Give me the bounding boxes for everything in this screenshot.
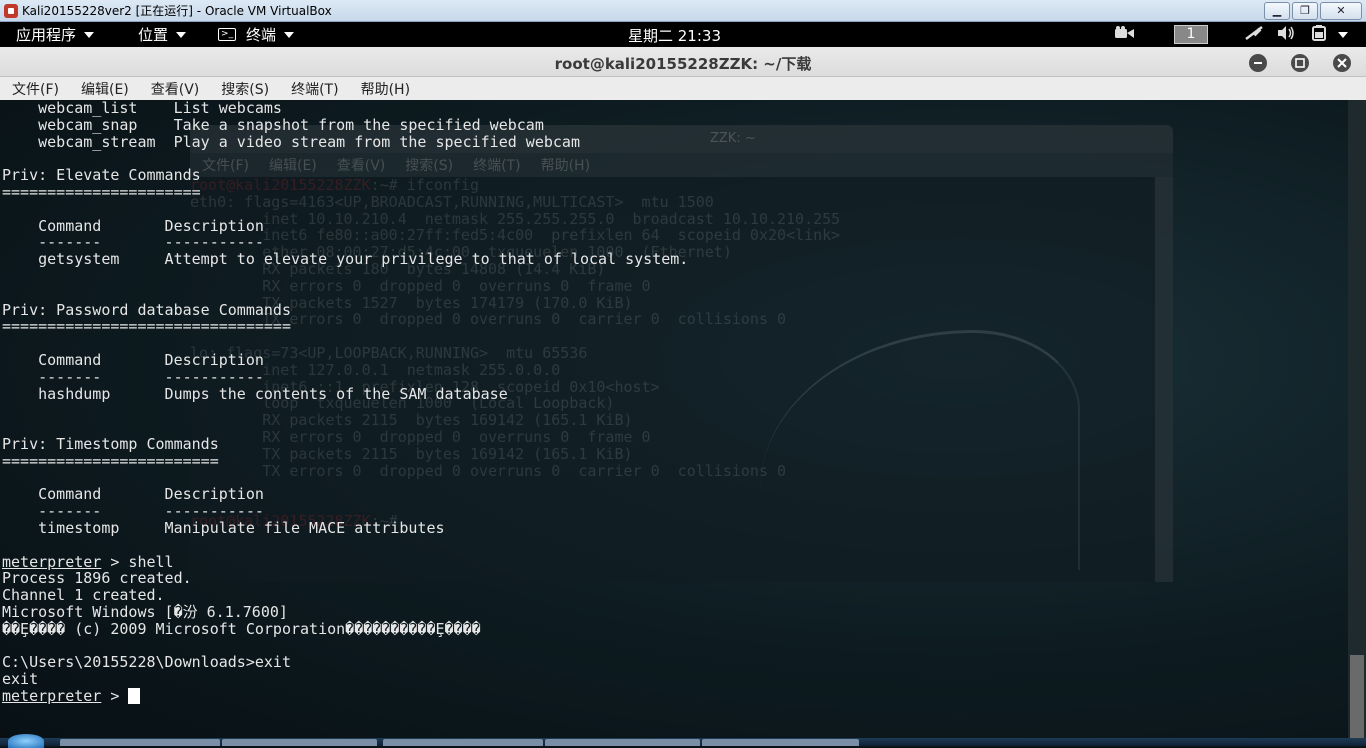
minimize-button[interactable]: ▁	[1264, 1, 1290, 20]
terminal-minimize-button[interactable]	[1249, 54, 1267, 72]
terminal-output-area[interactable]: ZZK: ~ 文件(F) 编辑(E) 查看(V) 搜索(S) 终端(T) 帮助(…	[0, 100, 1366, 746]
places-menu[interactable]: 位置	[138, 24, 187, 45]
terminal-line: webcam_stream Play a video stream from t…	[2, 132, 580, 151]
chevron-down-icon	[176, 31, 187, 38]
terminal-line: ================================	[2, 317, 291, 336]
terminal-line: ​	[2, 638, 1346, 655]
menu-edit[interactable]: 编辑(E)	[81, 79, 129, 99]
maximize-button[interactable]: ❐	[1292, 1, 1318, 20]
network-icon[interactable]	[1244, 25, 1264, 45]
chevron-down-icon	[84, 31, 95, 38]
terminal-line: timestomp Manipulate file MACE attribute…	[2, 518, 445, 537]
terminal-app-label: 终端	[246, 26, 277, 44]
terminal-menubar: 文件(F) 编辑(E) 查看(V) 搜索(S) 终端(T) 帮助(H)	[0, 77, 1366, 100]
virtualbox-icon	[4, 3, 18, 18]
places-label: 位置	[138, 26, 169, 44]
terminal-line: webcam_snap Take a snapshot from the spe…	[2, 115, 544, 134]
menu-search[interactable]: 搜索(S)	[221, 79, 269, 99]
terminal-line: C:\Users\20155228\Downloads>exit	[2, 653, 291, 672]
terminal-text: webcam_list List webcams webcam_snap Tak…	[2, 100, 1346, 705]
meterpreter-prompt: meterpreter	[2, 552, 102, 571]
text-cursor	[128, 687, 141, 704]
menu-view[interactable]: 查看(V)	[151, 79, 200, 99]
volume-icon[interactable]	[1276, 25, 1296, 45]
system-menu-chevron-icon[interactable]	[1338, 31, 1348, 38]
terminal-line: Priv: Password database Commands	[2, 300, 291, 319]
terminal-line: ​	[2, 537, 1346, 554]
battery-icon[interactable]	[1312, 24, 1326, 45]
taskbar-item[interactable]	[702, 739, 859, 746]
terminal-line: Priv: Elevate Commands	[2, 166, 201, 185]
terminal-line: hashdump Dumps the contents of the SAM d…	[2, 384, 508, 403]
terminal-line: ​	[2, 402, 1346, 419]
terminal-line: Command Description	[2, 350, 264, 369]
terminal-line: webcam_list List webcams	[2, 100, 282, 117]
taskbar-item[interactable]	[60, 739, 220, 746]
terminal-line: meterpreter > shell	[2, 552, 1346, 571]
chevron-down-icon	[284, 31, 295, 38]
virtualbox-title: Kali20155228ver2 [正在运行] - Oracle VM Virt…	[22, 4, 332, 18]
terminal-close-button[interactable]	[1333, 54, 1351, 72]
terminal-line: ​	[2, 470, 1346, 487]
terminal-line: ======================	[2, 182, 201, 201]
menu-help[interactable]: 帮助(H)	[361, 79, 410, 99]
terminal-window-title: root@kali20155228ZZK: ~/下载	[554, 55, 812, 73]
terminal-line: ��Ȩ���� (c) 2009 Microsoft Corporation��…	[2, 619, 481, 638]
taskbar-item[interactable]	[383, 739, 543, 746]
terminal-line: ​	[2, 268, 1346, 285]
terminal-line: ------- -----------	[2, 233, 264, 252]
clock[interactable]: 星期二 21:33	[628, 25, 721, 46]
taskbar-item[interactable]	[545, 739, 700, 746]
terminal-line: ------- -----------	[2, 367, 264, 386]
scrollbar-thumb[interactable]	[1350, 655, 1364, 740]
terminal-lines: Process 1896 created. Channel 1 created. M…	[2, 570, 1346, 688]
taskbar-item[interactable]	[222, 739, 377, 746]
meterpreter-prompt: meterpreter	[2, 686, 102, 705]
menu-terminal[interactable]: 终端(T)	[291, 79, 338, 99]
terminal-line: ​	[2, 150, 1346, 167]
panel-status-area: 1	[1114, 22, 1366, 47]
meterpreter-command: > shell	[101, 552, 174, 571]
terminal-app-menu[interactable]: >_ 终端	[218, 24, 295, 45]
terminal-scrollbar[interactable]	[1348, 100, 1366, 746]
terminal-line: ​	[2, 419, 1346, 436]
applications-label: 应用程序	[16, 26, 77, 44]
virtualbox-titlebar: Kali20155228ver2 [正在运行] - Oracle VM Virt…	[0, 0, 1366, 22]
terminal-line: Microsoft Windows [�汾 6.1.7600]	[2, 602, 288, 621]
terminal-line: ​	[2, 285, 1346, 302]
terminal-maximize-button[interactable]	[1291, 54, 1309, 72]
terminal-icon: >_	[218, 28, 237, 41]
prompt-suffix: >	[101, 686, 129, 705]
terminal-lines: webcam_list List webcams webcam_snap Tak…	[2, 100, 1346, 554]
terminal-line: ------- -----------	[2, 502, 264, 521]
terminal-line: ​	[2, 201, 1346, 218]
terminal-line: getsystem Attempt to elevate your privil…	[2, 250, 689, 269]
close-button[interactable]: ✕	[1320, 1, 1362, 20]
workspace-indicator[interactable]: 1	[1174, 25, 1208, 44]
terminal-line: Process 1896 created.	[2, 569, 192, 588]
terminal-line: Priv: Timestomp Commands	[2, 434, 219, 453]
terminal-line: Command Description	[2, 216, 264, 235]
terminal-line: Command Description	[2, 485, 264, 504]
terminal-line: exit	[2, 670, 39, 689]
terminal-line: meterpreter >	[2, 686, 1346, 705]
terminal-line: Channel 1 created.	[2, 586, 165, 605]
video-camera-icon[interactable]	[1114, 25, 1136, 44]
window-controls: ▁ ❐ ✕	[1264, 1, 1362, 20]
terminal-line: ========================	[2, 451, 219, 470]
menu-file[interactable]: 文件(F)	[12, 79, 59, 99]
applications-menu[interactable]: 应用程序	[16, 24, 95, 45]
gnome-top-panel: 应用程序 位置 >_ 终端 星期二 21:33 1	[0, 22, 1366, 47]
terminal-window-header: root@kali20155228ZZK: ~/下载	[0, 47, 1366, 77]
terminal-line: ​	[2, 335, 1346, 352]
